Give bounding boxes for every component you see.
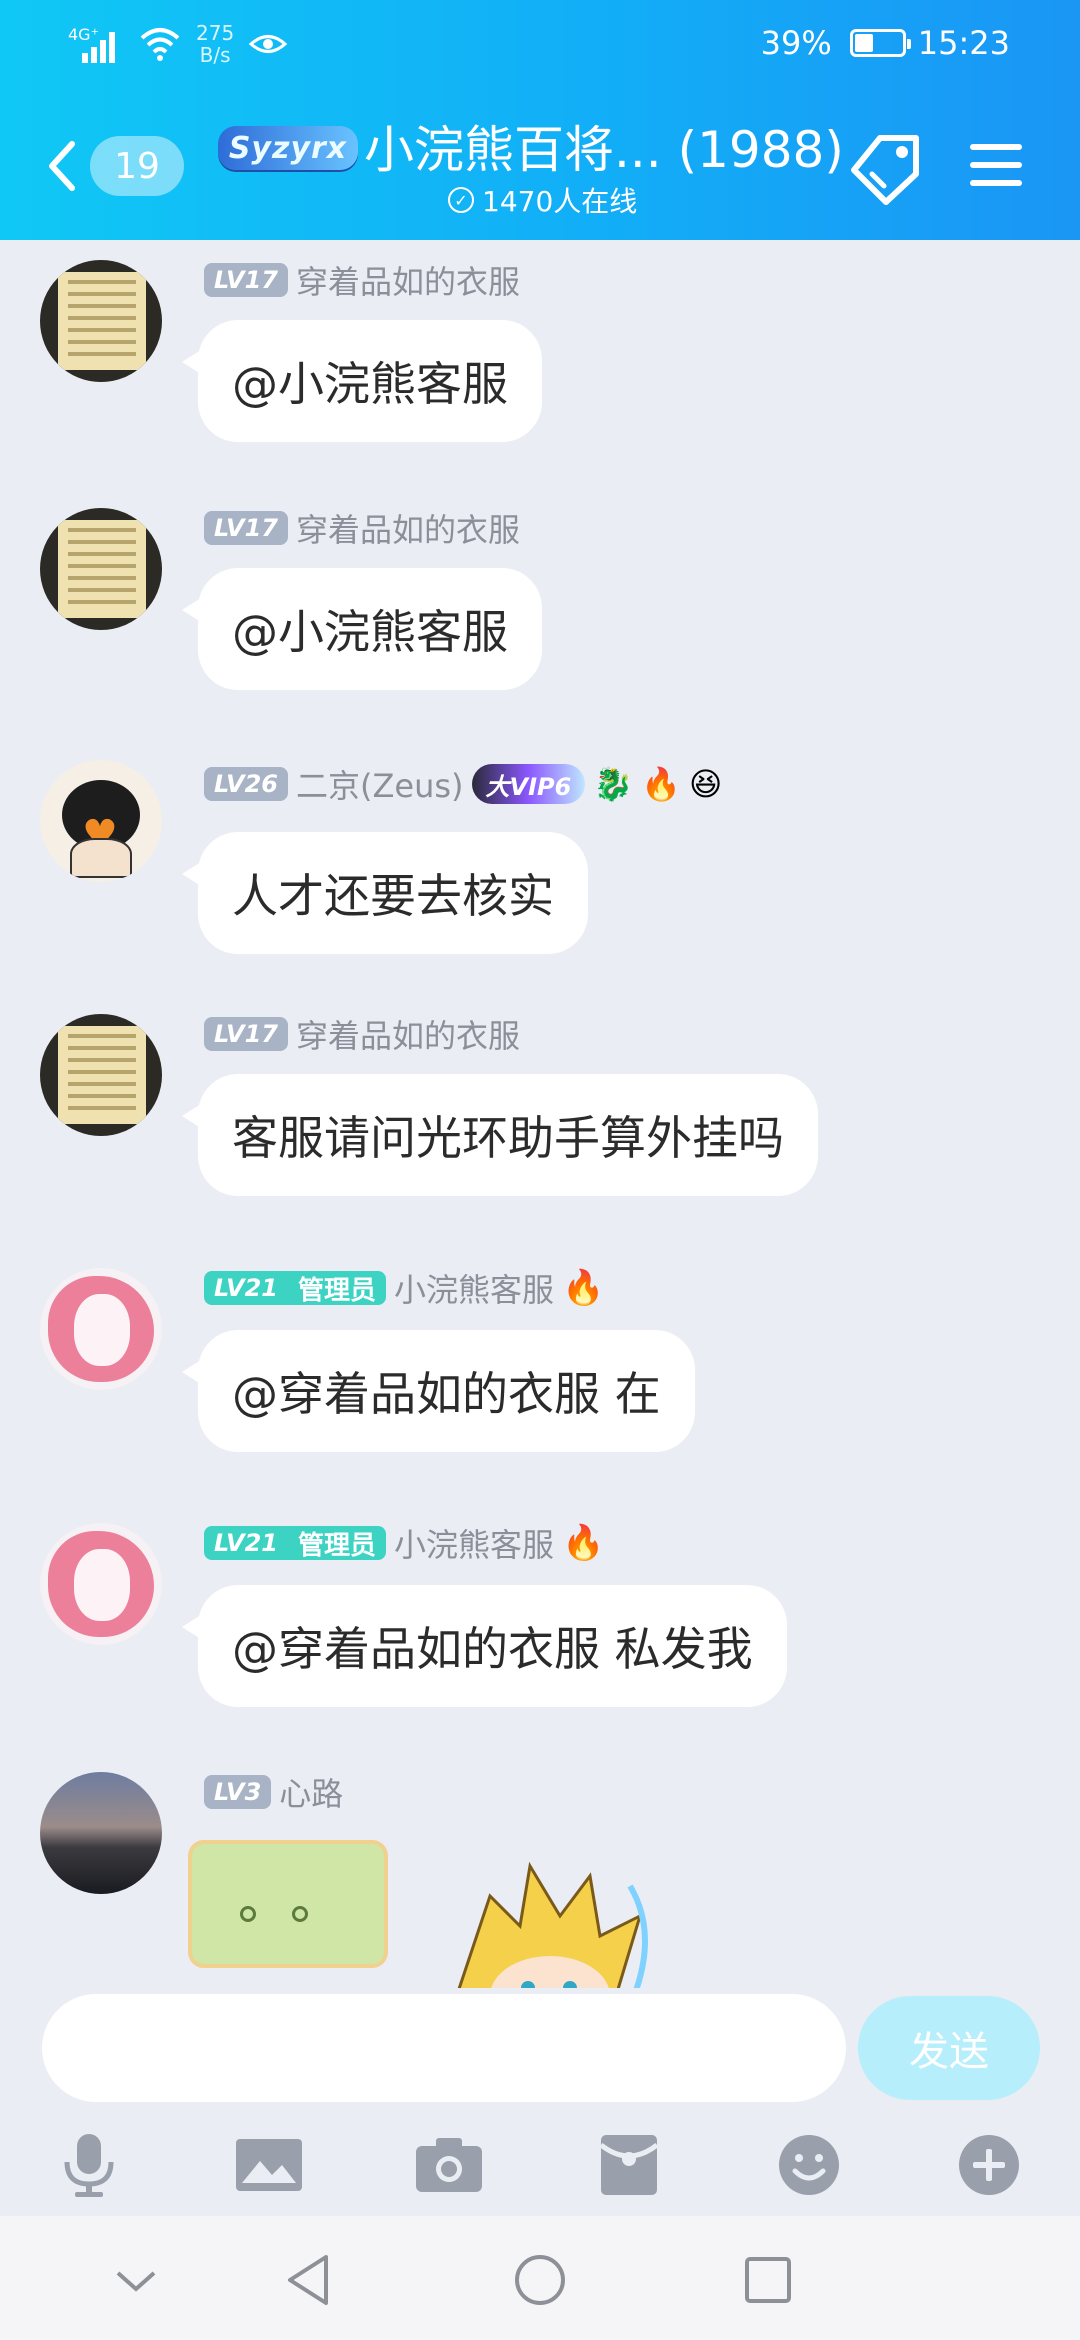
- level-badge: LV26: [204, 767, 288, 801]
- sender-nickname[interactable]: 二京(Zeus): [296, 761, 464, 807]
- status-left: 4G⁺ 275 B/s: [68, 22, 288, 66]
- message-bubble[interactable]: 客服请问光环助手算外挂吗: [182, 1074, 818, 1196]
- nav-recents-icon[interactable]: [728, 2240, 808, 2320]
- sender-info: LV3 心路: [204, 1769, 343, 1815]
- admin-badge: 管理员: [287, 1526, 386, 1561]
- sender-nickname[interactable]: 穿着品如的衣服: [296, 257, 520, 303]
- sender-info: LV21 管理员 小浣熊客服 🔥: [204, 1265, 604, 1311]
- status-right: 39% 15:23: [761, 24, 1010, 62]
- online-status: ✓ 1470人在线: [448, 180, 637, 220]
- sticker-image[interactable]: [188, 1840, 388, 1968]
- sender-info: LV17 穿着品如的衣服: [204, 257, 520, 303]
- sender-nickname[interactable]: 穿着品如的衣服: [296, 1011, 520, 1057]
- speed-unit: B/s: [199, 43, 231, 67]
- signal-icon: 4G⁺: [68, 23, 124, 65]
- message-input[interactable]: [42, 1994, 846, 2102]
- collapse-chevron-icon[interactable]: [96, 2240, 176, 2320]
- level-badge: LV3: [204, 1775, 272, 1809]
- avatar[interactable]: [40, 1268, 162, 1390]
- character-sticker[interactable]: [430, 1856, 670, 1988]
- unread-count-badge: 19: [90, 136, 184, 196]
- sender-nickname[interactable]: 穿着品如的衣服: [296, 505, 520, 551]
- nav-back-icon[interactable]: [268, 2240, 348, 2320]
- emoji-icon[interactable]: [764, 2120, 854, 2210]
- level-badge: LV21: [204, 1526, 288, 1560]
- chat-header: 4G⁺ 275 B/s 39% 15:23 19 Syzyrx 小浣熊百将...…: [0, 0, 1080, 240]
- red-packet-icon[interactable]: [584, 2120, 674, 2210]
- menu-icon[interactable]: [968, 140, 1024, 190]
- sender-info: LV17 穿着品如的衣服: [204, 1011, 520, 1057]
- level-badge: LV17: [204, 511, 288, 545]
- avatar[interactable]: [40, 1014, 162, 1136]
- image-icon[interactable]: [224, 2120, 314, 2210]
- message-bubble[interactable]: @小浣熊客服: [182, 320, 542, 442]
- input-area: 发送: [0, 1988, 1080, 2216]
- message-bubble[interactable]: @穿着品如的衣服 私发我: [182, 1585, 787, 1707]
- fire-badge-icon[interactable]: 🔥: [641, 764, 681, 804]
- network-speed: 275 B/s: [196, 22, 234, 66]
- admin-badge: 管理员: [287, 1271, 386, 1306]
- system-navigation-bar: [0, 2216, 1080, 2340]
- speed-value: 275: [196, 21, 235, 45]
- avatar[interactable]: [40, 508, 162, 630]
- level-badge: LV17: [204, 1017, 288, 1051]
- group-logo: Syzyrx: [218, 126, 358, 170]
- send-button[interactable]: 发送: [858, 1996, 1040, 2100]
- flame-badge-icon[interactable]: 🔥: [562, 1268, 604, 1308]
- avatar[interactable]: ♥: [40, 760, 162, 882]
- eye-icon: [248, 35, 288, 53]
- back-button[interactable]: 19: [42, 126, 202, 206]
- toolbar: [0, 2120, 1080, 2210]
- back-chevron-icon: [49, 141, 75, 191]
- sender-nickname[interactable]: 小浣熊客服: [394, 1520, 554, 1566]
- flame-badge-icon[interactable]: 🔥: [562, 1523, 604, 1563]
- microphone-icon[interactable]: [44, 2120, 134, 2210]
- tag-icon[interactable]: [850, 130, 926, 206]
- avatar[interactable]: [40, 260, 162, 382]
- online-count: 1470人在线: [482, 185, 638, 218]
- clock: 15:23: [917, 24, 1010, 62]
- title-bar: 19 Syzyrx 小浣熊百将... (1988) ✓ 1470人在线: [0, 90, 1080, 240]
- level-badge: LV21: [204, 1271, 288, 1305]
- level-badge: LV17: [204, 263, 288, 297]
- status-bar: 4G⁺ 275 B/s 39% 15:23: [0, 0, 1080, 90]
- plus-icon[interactable]: [944, 2120, 1034, 2210]
- avatar[interactable]: [40, 1772, 162, 1894]
- avatar[interactable]: [40, 1523, 162, 1645]
- network-type: 4G⁺: [68, 25, 100, 44]
- message-bubble[interactable]: @穿着品如的衣服 在: [182, 1330, 695, 1452]
- message-bubble[interactable]: 人才还要去核实: [182, 832, 588, 954]
- wifi-icon: [140, 28, 180, 61]
- vip-badge[interactable]: 大VIP6: [471, 764, 586, 804]
- battery-percent: 39%: [760, 24, 832, 62]
- group-title[interactable]: 小浣熊百将... (1988): [364, 110, 844, 182]
- battery-icon: [849, 29, 911, 57]
- sender-nickname[interactable]: 心路: [279, 1769, 343, 1815]
- sender-info: LV21 管理员 小浣熊客服 🔥: [204, 1520, 604, 1566]
- smile-badge-icon[interactable]: 😆: [689, 764, 722, 804]
- camera-icon[interactable]: [404, 2120, 494, 2210]
- battery-fill: [854, 34, 873, 52]
- sender-nickname[interactable]: 小浣熊客服: [394, 1265, 554, 1311]
- check-circle-icon: ✓: [448, 187, 474, 213]
- sender-info: LV17 穿着品如的衣服: [204, 505, 520, 551]
- nav-home-icon[interactable]: [500, 2240, 580, 2320]
- dragon-badge-icon[interactable]: 🐉: [593, 764, 633, 804]
- message-bubble[interactable]: @小浣熊客服: [182, 568, 542, 690]
- message-list[interactable]: LV17 穿着品如的衣服 @小浣熊客服 LV17 穿着品如的衣服 @小浣熊客服 …: [0, 240, 1080, 1988]
- sender-info: LV26 二京(Zeus) 大VIP6 🐉 🔥 😆: [204, 761, 722, 807]
